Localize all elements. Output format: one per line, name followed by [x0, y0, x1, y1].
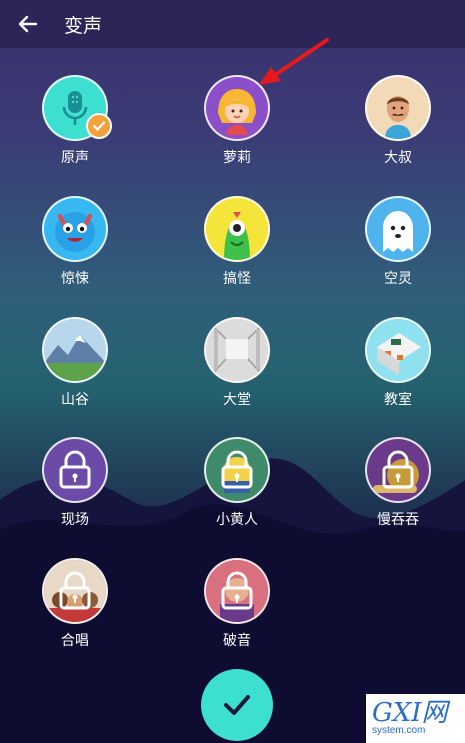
hall-interior-icon [204, 317, 270, 383]
ghost-icon [365, 196, 431, 262]
voice-chorus[interactable]: 合唱 [20, 558, 130, 650]
minion-avatar [204, 437, 270, 503]
voice-label: 大叔 [384, 150, 412, 166]
watermark-url: system.com [372, 725, 426, 736]
voice-effect-grid: 原声 萝莉 大叔 惊悚 搞怪 空灵 山谷 大堂 教室 现场 小黄人 慢吞吞 合唱… [0, 0, 465, 743]
green-monster-icon [204, 196, 270, 262]
voice-hall[interactable]: 大堂 [182, 317, 292, 409]
voice-label: 搞怪 [223, 271, 251, 287]
selected-check-icon [86, 113, 112, 139]
voice-label: 空灵 [384, 271, 412, 287]
voice-ethereal[interactable]: 空灵 [343, 196, 453, 288]
chorus-avatar [42, 558, 108, 624]
blue-monster-icon [42, 196, 108, 262]
voice-label: 小黄人 [216, 512, 258, 528]
voice-uncle[interactable]: 大叔 [343, 75, 453, 167]
lock-icon [59, 571, 91, 610]
mountain-landscape-icon [42, 317, 108, 383]
check-icon [224, 695, 250, 715]
voice-label: 原声 [61, 150, 89, 166]
confirm-button[interactable] [201, 669, 273, 741]
voice-label: 教室 [384, 392, 412, 408]
live-avatar [42, 437, 108, 503]
man-avatar-icon [365, 75, 431, 141]
broken-voice-avatar [204, 558, 270, 624]
voice-label: 山谷 [61, 392, 89, 408]
voice-classroom[interactable]: 教室 [343, 317, 453, 409]
voice-label: 大堂 [223, 392, 251, 408]
voice-label: 惊悚 [61, 271, 89, 287]
classroom-icon [365, 317, 431, 383]
voice-label: 破音 [223, 633, 251, 649]
voice-funny[interactable]: 搞怪 [182, 196, 292, 288]
voice-label: 合唱 [61, 633, 89, 649]
watermark-logo: GXI网 [372, 698, 448, 728]
lock-icon [59, 450, 91, 489]
voice-label: 现场 [61, 512, 89, 528]
voice-original[interactable]: 原声 [20, 75, 130, 167]
voice-minion[interactable]: 小黄人 [182, 437, 292, 529]
lock-icon [221, 571, 253, 610]
voice-slow[interactable]: 慢吞吞 [343, 437, 453, 529]
annotation-arrow-icon [259, 38, 329, 85]
lock-icon [382, 450, 414, 489]
voice-label: 萝莉 [223, 150, 251, 166]
voice-valley[interactable]: 山谷 [20, 317, 130, 409]
site-watermark: GXI网 system.com [366, 694, 465, 743]
voice-live[interactable]: 现场 [20, 437, 130, 529]
lock-icon [221, 450, 253, 489]
voice-broken[interactable]: 破音 [182, 558, 292, 650]
voice-label: 慢吞吞 [377, 512, 419, 528]
voice-thriller[interactable]: 惊悚 [20, 196, 130, 288]
snail-avatar [365, 437, 431, 503]
